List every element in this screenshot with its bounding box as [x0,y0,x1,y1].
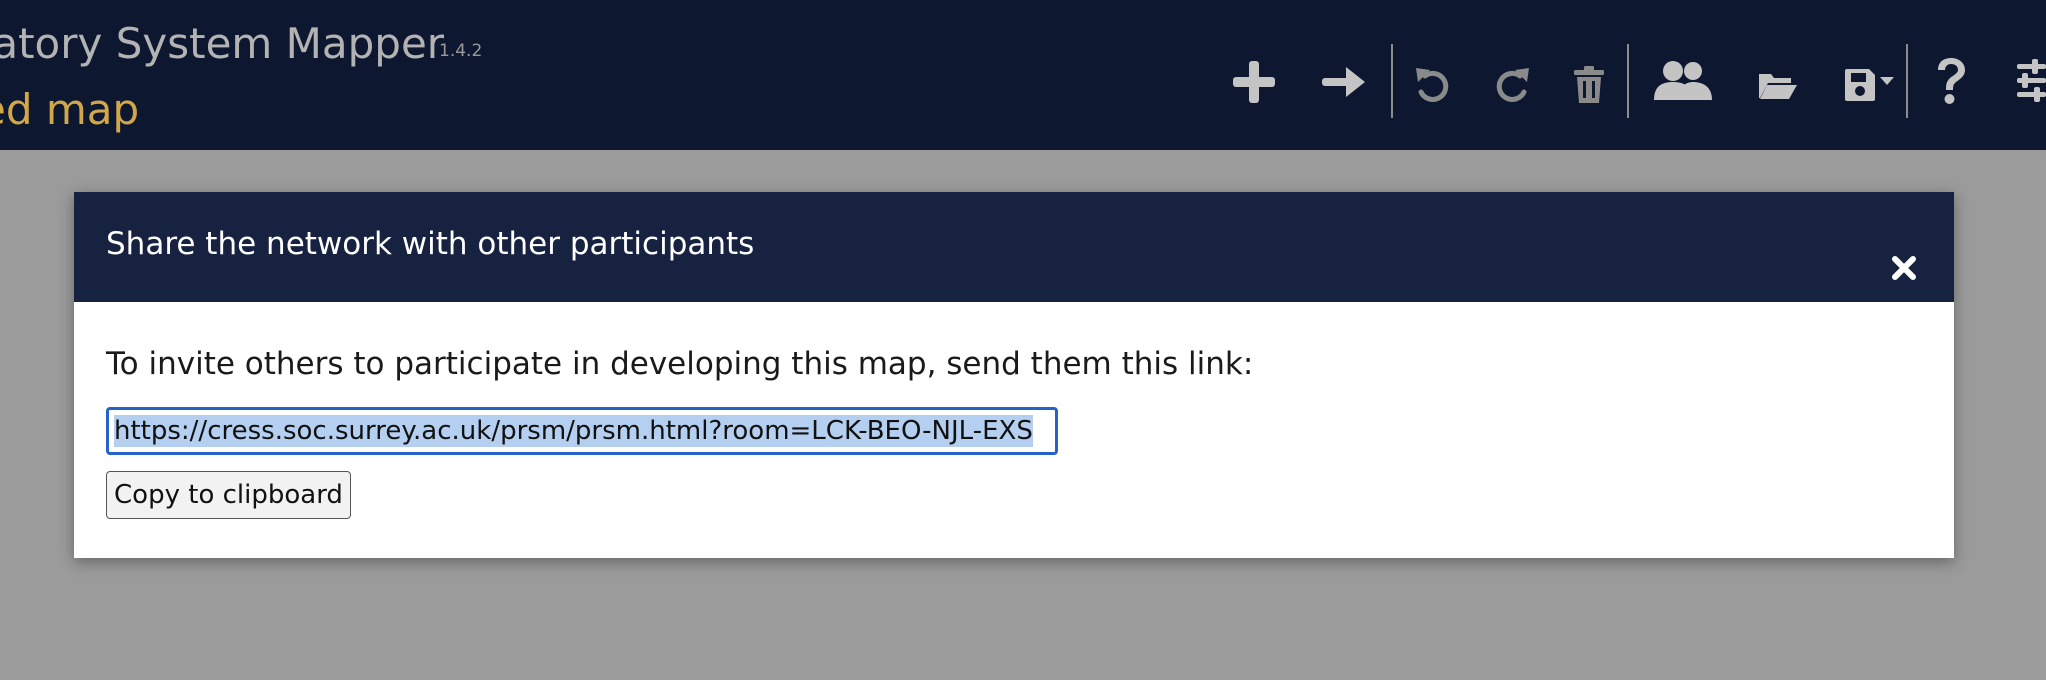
arrow-right-icon [1322,67,1365,97]
delete-button[interactable] [1573,66,1605,104]
modal-title: Share the network with other participant… [106,226,755,262]
toolbar-separator [1906,44,1908,118]
toolbar-separator [1391,44,1393,118]
save-dropdown-icon [1845,69,1894,101]
question-icon [1938,58,1965,104]
plus-icon [1233,61,1275,103]
map-title[interactable]: ed map [0,82,139,138]
modal-header: Share the network with other participant… [74,192,1954,302]
close-icon [1892,256,1916,280]
share-link-input[interactable]: https://cress.soc.surrey.ac.uk/prsm/prsm… [106,407,1058,455]
toolbar-separator [1627,44,1629,118]
redo-button[interactable] [1494,64,1532,104]
invite-instructions: To invite others to participate in devel… [106,346,1254,382]
add-link-button[interactable] [1320,62,1368,102]
share-link-value[interactable]: https://cress.soc.surrey.ac.uk/prsm/prsm… [114,415,1033,447]
users-icon [1654,61,1712,100]
folder-open-icon [1759,74,1797,99]
app-title: ipatory System Mapper [0,19,445,68]
help-button[interactable] [1932,56,1968,106]
top-navbar: ipatory System Mapper 1.4.2 ed map [0,0,2046,150]
copy-to-clipboard-button[interactable]: Copy to clipboard [106,471,351,519]
modal-close-button[interactable] [1884,248,1924,288]
settings-button[interactable] [2014,56,2046,106]
share-button[interactable] [1652,60,1714,102]
open-button[interactable] [1758,70,1798,100]
add-node-button[interactable] [1230,58,1278,106]
share-modal: Share the network with other participant… [74,192,1954,558]
trash-icon [1574,66,1604,103]
app-version: 1.4.2 [439,41,483,61]
undo-icon [1416,68,1449,102]
sliders-icon [2017,59,2046,102]
redo-icon [1496,68,1529,102]
save-button[interactable] [1844,68,1896,102]
undo-button[interactable] [1413,64,1451,104]
